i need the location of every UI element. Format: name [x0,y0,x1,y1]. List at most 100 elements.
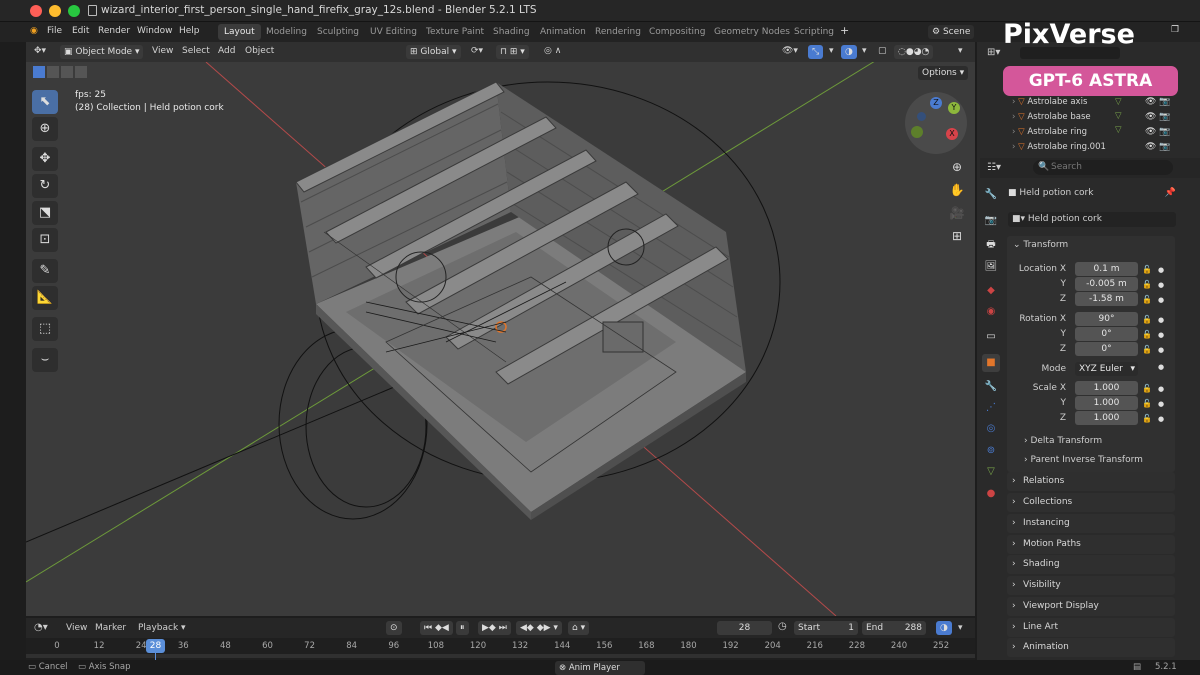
zoom-icon[interactable]: ⊕ [947,157,967,177]
overlay-dropdown-icon[interactable]: ▾ [862,46,867,56]
timeline-editor-type-icon[interactable]: ◔▾ [34,622,48,633]
tab-geometry-nodes[interactable]: Geometry Nodes [708,24,796,40]
view-layer-icon[interactable]: ❐ [1171,25,1179,35]
constraints-tab-icon[interactable]: ⊚ [982,442,1000,460]
rotate-tool[interactable]: ↻ [32,174,58,198]
keyframe-dot-mode[interactable]: ● [1158,363,1164,371]
pause-button[interactable]: ⏸ [456,621,469,635]
overlay-toggle[interactable]: ◑ [841,45,857,59]
selection-mode-buttons[interactable] [33,66,103,79]
snap-toggle[interactable]: ⊓ ⊞ ▾ [496,45,529,59]
end-frame-field[interactable]: End 288 [862,621,926,635]
visibility-toggles[interactable]: 👁 📷 👁 📷 👁 📷 👁 📷 [1145,95,1171,155]
cursor-tool[interactable]: ⊕ [32,117,58,141]
gizmo-toggle[interactable]: ⤡ [808,45,824,59]
scale-tool[interactable]: ⬔ [32,201,58,225]
viewport-menu-select[interactable]: Select [182,46,210,56]
proportional-edit-icon[interactable]: ◎ ∧ [544,46,561,56]
perspective-grid-icon[interactable]: ⊞ [947,226,967,246]
tab-uv-editing[interactable]: UV Editing [364,24,423,40]
view-layer-tab-icon[interactable]: 🖼 [982,258,1000,276]
menu-edit[interactable]: Edit [72,26,89,36]
viewport-menu-object[interactable]: Object [245,46,274,56]
keyframe-dots-rotation[interactable]: ● ● ● [1158,313,1164,358]
rotation-z-field[interactable]: 0° [1075,342,1138,356]
outliner-row[interactable]: › ▽ Astrolabe base [1012,110,1091,124]
keyframe-dots-scale[interactable]: ● ● ● [1158,382,1164,427]
shading-dropdown-icon[interactable]: ▾ [958,46,963,56]
gizmo-z-axis[interactable]: Z [930,97,942,109]
gizmo-x-axis[interactable]: X [946,128,958,140]
keying-icon[interactable]: ⊙ [386,621,402,635]
tab-modeling[interactable]: Modeling [260,24,313,40]
scale-y-field[interactable]: 1.000 [1075,396,1138,410]
object-tab-icon[interactable]: ■ [982,354,1000,372]
properties-search[interactable]: 🔍 Search [1033,160,1173,175]
collection-tab-icon[interactable]: ▭ [982,328,1000,346]
menu-help[interactable]: Help [179,26,200,36]
delta-transform-subpanel[interactable]: › Delta Transform [1024,436,1102,446]
camera-view-icon[interactable]: 🎥 [947,203,967,223]
3d-viewport[interactable] [26,42,975,616]
select-subtract-icon[interactable] [61,66,73,78]
gizmo-neg-z-axis[interactable] [917,112,926,121]
select-box-tool[interactable]: ⬉ [32,90,58,114]
tab-rendering[interactable]: Rendering [589,24,647,40]
orientation-selector[interactable]: ⊞ Global ▾ [406,45,461,59]
location-z-field[interactable]: -1.58 m [1075,292,1138,306]
playhead-frame[interactable]: 28 [146,639,165,653]
gizmo-dropdown-icon[interactable]: ▾ [829,46,834,56]
clock-icon[interactable]: ◷ [778,621,787,632]
transform-header[interactable]: ⌄ Transform [1013,240,1068,250]
current-frame-field[interactable]: 28 [717,621,772,635]
location-y-field[interactable]: -0.005 m [1075,277,1138,291]
gizmo-y-axis[interactable]: Y [948,102,960,114]
section-visibility[interactable]: › Visibility [1007,576,1175,595]
tool-tab-icon[interactable]: 🔧 [982,186,1000,204]
section-collections[interactable]: › Collections [1007,493,1175,512]
outliner-editor-icon[interactable]: ⊞▾ [987,47,1000,58]
outliner-row[interactable]: › ▽ Astrolabe ring [1012,125,1087,139]
gizmo-neg-y-axis[interactable] [911,126,923,138]
add-workspace-icon[interactable]: + [840,24,849,37]
tab-compositing[interactable]: Compositing [643,24,711,40]
tab-shading[interactable]: Shading [487,24,536,40]
lock-icons-rotation[interactable]: 🔓 🔓 🔓 [1142,312,1152,357]
auto-key-toggle[interactable]: ⌂ ▾ [568,621,590,635]
output-tab-icon[interactable]: 🖶 [982,236,1000,254]
start-frame-field[interactable]: Start 1 [794,621,858,635]
keyframe-nav-controls[interactable]: ◀◆ ◆▶ ▾ [516,621,562,635]
sync-dropdown-icon[interactable]: ▾ [958,623,963,633]
pivot-icon[interactable]: ⟳▾ [471,46,483,56]
section-shading[interactable]: › Shading [1007,555,1175,574]
section-animation[interactable]: › Animation [1007,638,1175,657]
shading-modes[interactable]: ◌●◕◔ [894,45,934,59]
pin-icon[interactable]: 📌 [1165,186,1176,200]
object-datablock-field[interactable]: ■▾ Held potion cork [1008,212,1176,227]
tab-animation[interactable]: Animation [534,24,592,40]
jump-start-controls[interactable]: ⏮ ◆◀ [420,621,453,635]
properties-editor-icon[interactable]: ☷▾ [987,162,1001,173]
viewport-menu-view[interactable]: View [152,46,173,56]
menu-file[interactable]: File [47,26,62,36]
tab-sculpting[interactable]: Sculpting [311,24,365,40]
xray-toggle-icon[interactable]: ▢ [878,46,887,56]
tab-scripting[interactable]: Scripting [788,24,840,40]
sync-toggle[interactable]: ◑ [936,621,952,635]
jump-end-controls[interactable]: ▶◆ ⏭ [478,621,511,635]
anim-player-button[interactable]: ⊗ Anim Player [555,661,645,675]
section-motion-paths[interactable]: › Motion Paths [1007,535,1175,554]
move-tool[interactable]: ✥ [32,147,58,171]
data-tab-icon[interactable]: ▽ [982,463,1000,481]
scene-selector[interactable]: ⚙ Scene [928,25,975,39]
editor-type-icon[interactable]: ✥▾ [34,46,46,56]
timeline-scrollbar[interactable] [26,654,975,658]
keyframe-dots-location[interactable]: ● ● ● [1158,263,1164,308]
select-extend-icon[interactable] [47,66,59,78]
section-viewport-display[interactable]: › Viewport Display [1007,597,1175,616]
pan-hand-icon[interactable]: ✋ [947,180,967,200]
location-x-field[interactable]: 0.1 m [1075,262,1138,276]
mode-selector[interactable]: ▣ Object Mode ▾ [60,45,144,59]
zoom-window-button[interactable] [68,5,80,17]
render-tab-icon[interactable]: 📷 [982,212,1000,230]
